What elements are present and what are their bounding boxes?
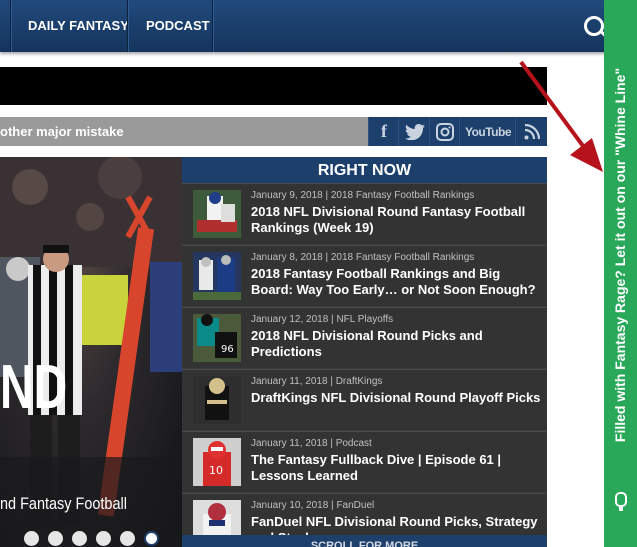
- article-title[interactable]: The Fantasy Fullback Dive | Episode 61 |…: [251, 452, 541, 484]
- whine-line-side-tab[interactable]: Filled with Fantasy Rage? Let it out on …: [604, 0, 637, 547]
- slider-dot[interactable]: [96, 531, 111, 546]
- youtube-label: YouTube: [464, 124, 512, 139]
- slider-dot-active[interactable]: [144, 531, 159, 546]
- nav-item-podcast[interactable]: PODCAST: [146, 0, 210, 52]
- slider-dot[interactable]: [120, 531, 135, 546]
- article-meta: January 9, 2018 | 2018 Fantasy Football …: [251, 190, 475, 201]
- camera-icon: [436, 122, 454, 141]
- search-icon[interactable]: [584, 16, 604, 36]
- nav-divider: [10, 0, 11, 52]
- rss-feed-icon: [524, 123, 540, 139]
- hero-subtitle: nd Fantasy Football: [0, 494, 127, 513]
- article-meta: January 8, 2018 | 2018 Fantasy Football …: [251, 252, 475, 263]
- slider-dots: [24, 531, 159, 546]
- article-date: January 11, 2018: [251, 438, 328, 449]
- list-item[interactable]: January 8, 2018 | 2018 Fantasy Football …: [182, 245, 547, 306]
- hero-slider-image[interactable]: [0, 157, 182, 547]
- facebook-icon[interactable]: f: [368, 117, 399, 146]
- list-item[interactable]: January 11, 2018 | DraftKings DraftKings…: [182, 369, 547, 430]
- article-thumbnail: 96: [193, 314, 241, 362]
- article-category[interactable]: 2018 Fantasy Football Rankings: [331, 252, 474, 263]
- right-now-panel: RIGHT NOW January 9, 2018 | 2018 Fantasy…: [182, 157, 547, 547]
- youtube-icon[interactable]: YouTube: [459, 117, 516, 146]
- article-date: January 9, 2018: [251, 190, 323, 201]
- twitter-bird-icon: [404, 123, 425, 140]
- slider-dot[interactable]: [72, 531, 87, 546]
- article-meta: January 11, 2018 | Podcast: [251, 438, 372, 449]
- twitter-icon[interactable]: [398, 117, 430, 146]
- article-category[interactable]: Podcast: [336, 438, 372, 449]
- list-item[interactable]: January 9, 2018 | 2018 Fantasy Football …: [182, 183, 547, 244]
- article-thumbnail: 10: [193, 438, 241, 486]
- slider-dot[interactable]: [48, 531, 63, 546]
- article-thumbnail: [193, 376, 241, 424]
- list-item[interactable]: 96 January 12, 2018 | NFL Playoffs 2018 …: [182, 307, 547, 368]
- article-thumbnail: [193, 252, 241, 300]
- nav-divider: [212, 0, 213, 52]
- article-meta: January 11, 2018 | DraftKings: [251, 376, 383, 387]
- article-title[interactable]: DraftKings NFL Divisional Round Playoff …: [251, 390, 541, 406]
- article-title[interactable]: 2018 NFL Divisional Round Picks and Pred…: [251, 328, 541, 360]
- article-title[interactable]: 2018 NFL Divisional Round Fantasy Footba…: [251, 204, 541, 236]
- svg-text:10: 10: [209, 464, 223, 477]
- hero-headline: ND: [0, 353, 68, 422]
- article-meta: January 10, 2018 | FanDuel: [251, 500, 375, 511]
- rss-icon[interactable]: [515, 117, 548, 146]
- facebook-label: f: [381, 121, 387, 141]
- article-date: January 8, 2018: [251, 252, 323, 263]
- article-category[interactable]: DraftKings: [336, 376, 383, 387]
- microphone-icon: [615, 492, 627, 511]
- news-ticker[interactable]: other major mistake: [0, 117, 368, 146]
- ticker-text[interactable]: other major mistake: [0, 117, 124, 146]
- article-category[interactable]: 2018 Fantasy Football Rankings: [331, 190, 474, 201]
- article-meta: January 12, 2018 | NFL Playoffs: [251, 314, 394, 325]
- top-navigation-bar: DAILY FANTASY PODCAST: [0, 0, 637, 52]
- nav-item-daily-fantasy[interactable]: DAILY FANTASY: [28, 0, 129, 52]
- whine-line-text[interactable]: Filled with Fantasy Rage? Let it out on …: [612, 68, 628, 442]
- article-thumbnail: [193, 190, 241, 238]
- article-date: January 11, 2018: [251, 376, 328, 387]
- article-date: January 10, 2018: [251, 500, 329, 511]
- scroll-for-more-button[interactable]: SCROLL FOR MORE: [182, 535, 547, 547]
- nav-divider: [127, 0, 128, 52]
- article-category[interactable]: NFL Playoffs: [336, 314, 393, 325]
- right-now-title: RIGHT NOW: [182, 157, 547, 183]
- article-title[interactable]: 2018 Fantasy Football Rankings and Big B…: [251, 266, 541, 298]
- svg-text:96: 96: [221, 344, 234, 355]
- article-category[interactable]: FanDuel: [336, 500, 374, 511]
- banner-ad-area: [0, 67, 547, 105]
- article-date: January 12, 2018: [251, 314, 329, 325]
- list-item[interactable]: 10 January 11, 2018 | Podcast The Fantas…: [182, 431, 547, 492]
- hero-photo-football-referee: [0, 157, 182, 547]
- slider-dot[interactable]: [24, 531, 39, 546]
- instagram-icon[interactable]: [429, 117, 460, 146]
- social-links: f YouTube: [368, 117, 547, 146]
